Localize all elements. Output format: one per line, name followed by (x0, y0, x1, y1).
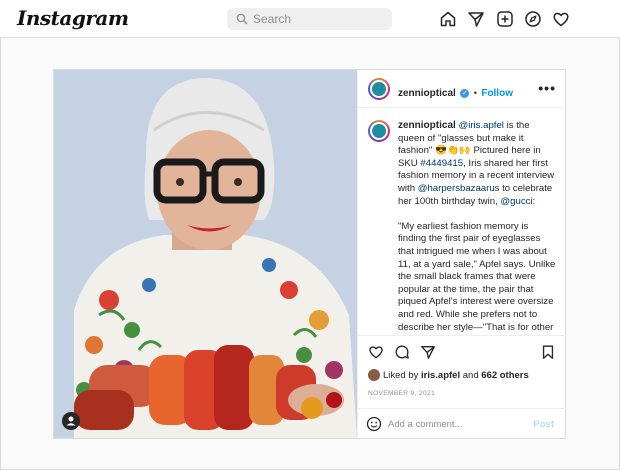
share-icon[interactable] (420, 344, 436, 360)
comment-input[interactable]: Add a comment... (388, 419, 462, 430)
comment-bubble-icon[interactable] (394, 344, 410, 360)
caption-area: zennioptical @iris.apfel is the queen of… (358, 108, 566, 336)
instagram-logo[interactable]: Instagram (17, 6, 129, 30)
more-options-icon[interactable]: ••• (538, 80, 556, 96)
likes-count[interactable]: 662 others (481, 370, 529, 381)
mention-iris-apfel[interactable]: @iris.apfel (458, 120, 503, 131)
mention-gucci[interactable]: @gucci (500, 196, 532, 207)
home-icon[interactable] (439, 10, 457, 28)
direct-message-icon[interactable] (467, 10, 485, 28)
post-date: NOVEMBER 9, 2021 (368, 390, 436, 397)
post-header: zennioptical ✓ • Follow ••• (358, 70, 566, 108)
emoji-icon[interactable] (366, 416, 382, 432)
search-box[interactable]: Search (227, 8, 392, 30)
new-post-icon[interactable] (496, 10, 514, 28)
search-icon (236, 13, 248, 25)
like-heart-icon[interactable] (368, 344, 384, 360)
verified-badge-icon: ✓ (460, 89, 470, 98)
mention-harpersbazaarus[interactable]: @harpersbazaarus (418, 183, 500, 194)
author-username[interactable]: zennioptical (398, 88, 456, 99)
caption-author-avatar[interactable] (368, 120, 390, 142)
liker-avatar[interactable] (368, 369, 380, 381)
hashtag-sku[interactable]: #4449415 (420, 158, 463, 169)
post-photo[interactable] (54, 70, 357, 438)
post-side-panel: zennioptical ✓ • Follow ••• zennioptical… (357, 70, 566, 438)
explore-icon[interactable] (524, 10, 542, 28)
post-card: zennioptical ✓ • Follow ••• zennioptical… (53, 69, 566, 439)
caption-part-4: : (532, 195, 536, 207)
search-input[interactable]: Search (253, 12, 291, 26)
caption-quote: "My earliest fashion memory is finding t… (398, 220, 556, 335)
post-actions (358, 340, 566, 364)
top-nav-bar: Instagram Search (0, 0, 620, 38)
caption-username[interactable]: zennioptical (398, 120, 456, 131)
author-avatar[interactable] (368, 78, 390, 100)
likes-prefix: Liked by (383, 370, 422, 381)
comment-bar: Add a comment... Post (358, 408, 566, 438)
liker-username[interactable]: iris.apfel (421, 370, 460, 381)
likes-summary: Liked by iris.apfel and 662 others (368, 369, 529, 381)
follow-button[interactable]: Follow (481, 88, 513, 99)
post-comment-button[interactable]: Post (533, 419, 554, 430)
activity-heart-icon[interactable] (552, 10, 570, 28)
save-bookmark-icon[interactable] (540, 344, 556, 360)
separator-dot: • (473, 88, 477, 98)
tagged-user-icon[interactable] (62, 412, 80, 430)
portrait-illustration (54, 70, 357, 438)
likes-middle: and (460, 370, 482, 381)
caption-text: zennioptical @iris.apfel is the queen of… (398, 120, 558, 335)
